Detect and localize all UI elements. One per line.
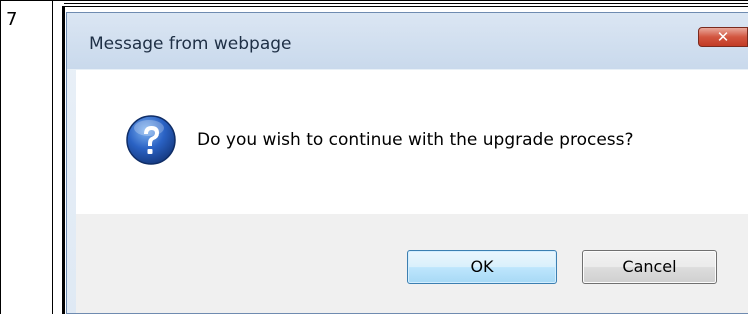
dialog-message: Do you wish to continue with the upgrade… [197, 130, 634, 150]
cancel-button[interactable]: Cancel [582, 250, 717, 284]
table-left-border [0, 0, 1, 314]
ok-button[interactable]: OK [407, 250, 557, 284]
question-icon [126, 115, 176, 165]
document-page: 7 Message from webpage ✕ Do you wish to … [0, 0, 748, 314]
dialog-title: Message from webpage [89, 34, 292, 54]
dialog-titlebar: Message from webpage ✕ [67, 13, 748, 69]
table-cell-divider [52, 0, 53, 314]
step-number: 7 [6, 9, 18, 30]
table-rule-inner [64, 3, 748, 4]
dialog-footer: OK Cancel [76, 214, 748, 313]
close-icon: ✕ [716, 28, 730, 46]
table-rule-top [0, 0, 748, 1]
dialog-content: Do you wish to continue with the upgrade… [76, 70, 748, 214]
message-dialog: Message from webpage ✕ Do you wish to co… [66, 12, 748, 314]
close-button[interactable]: ✕ [698, 27, 748, 47]
